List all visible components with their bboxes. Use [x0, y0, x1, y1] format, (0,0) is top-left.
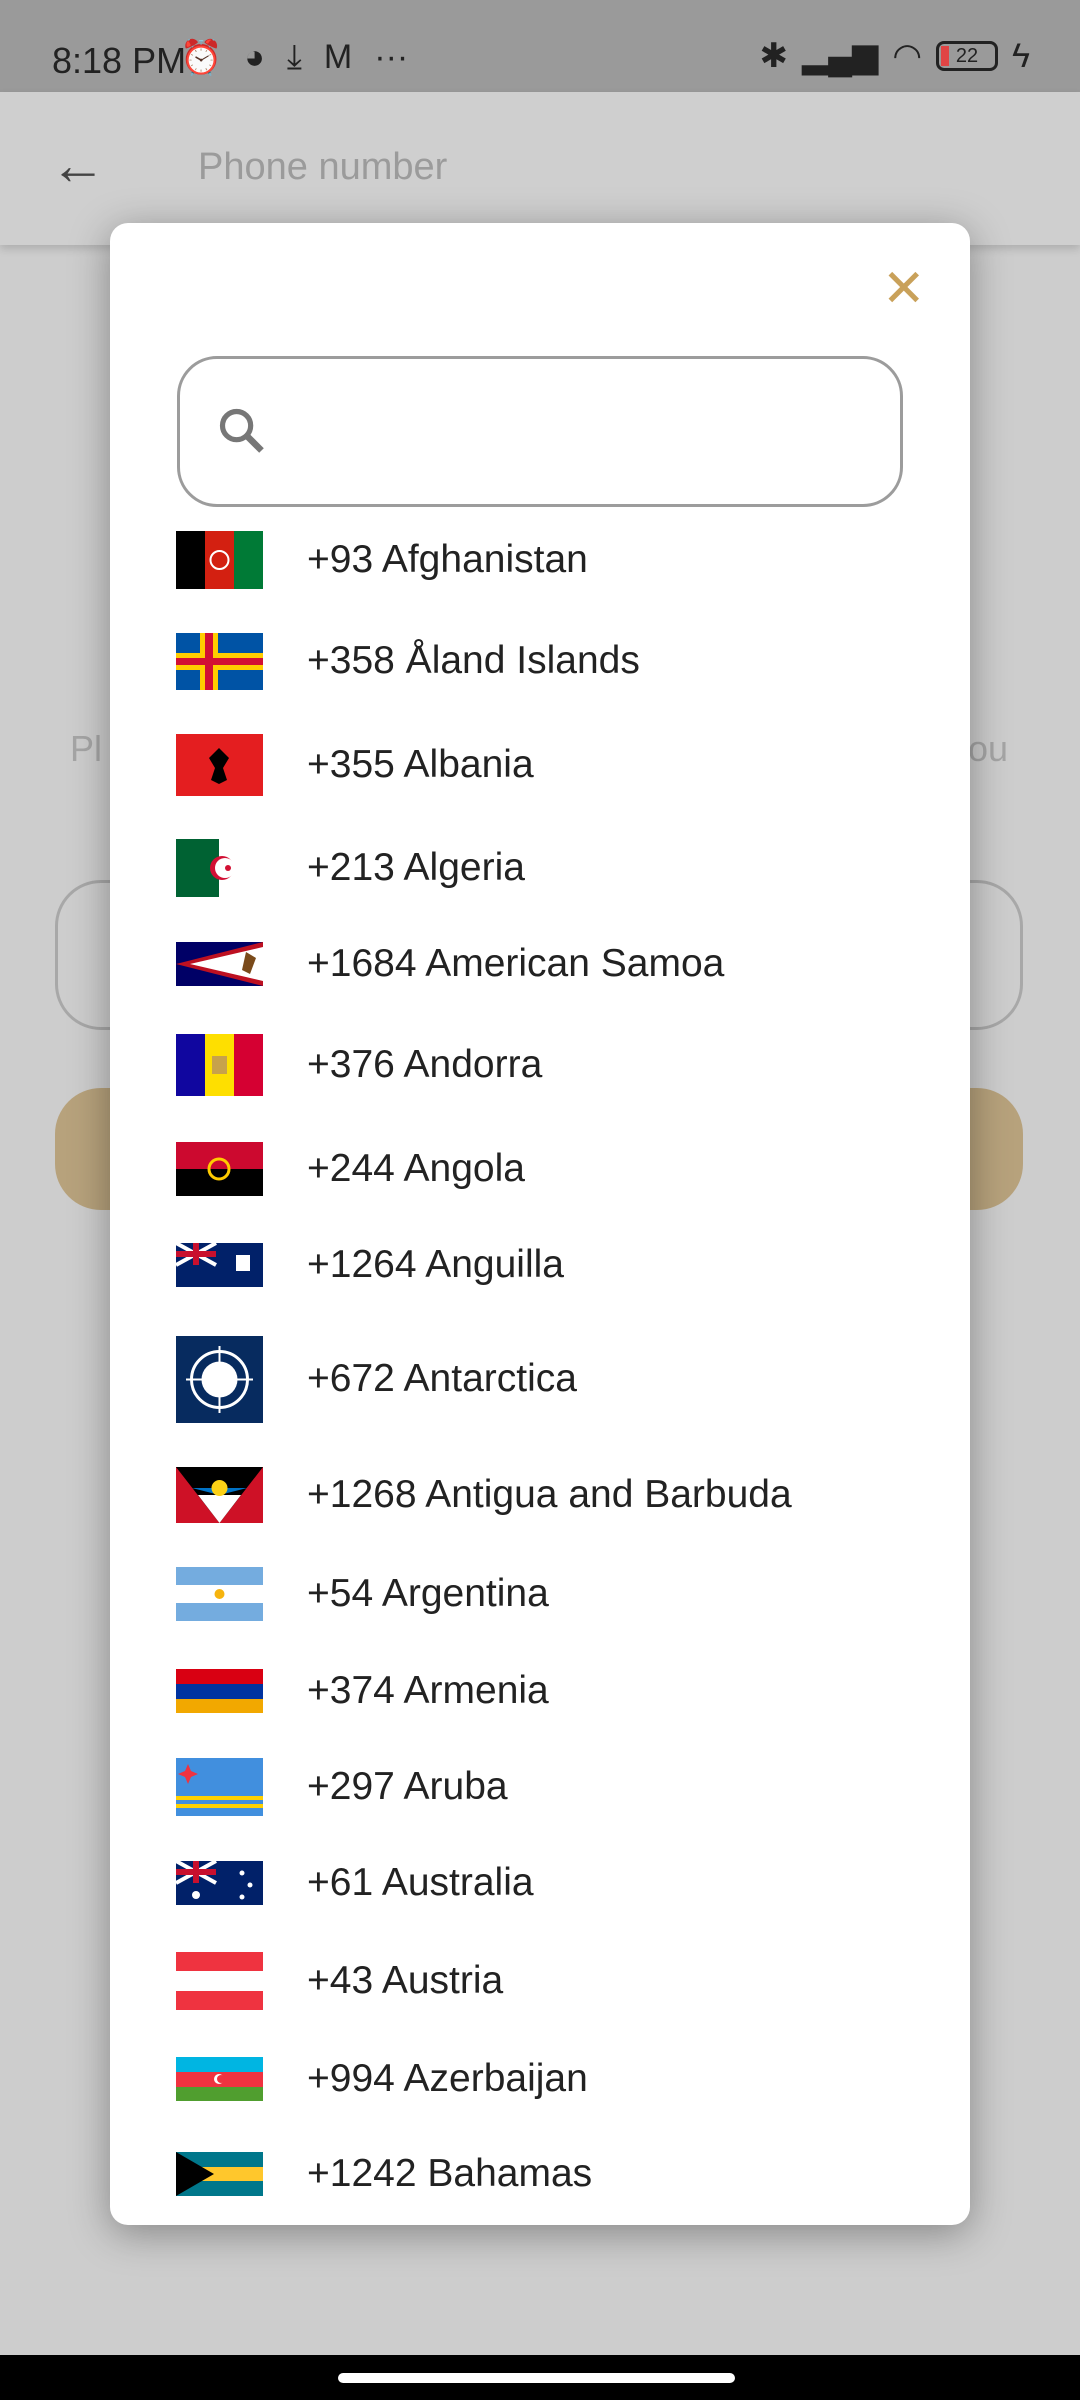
battery-icon: 22	[936, 41, 998, 71]
search-icon	[219, 408, 264, 453]
country-label: +61 Australia	[307, 1861, 534, 1904]
page-title: Phone number	[198, 146, 448, 188]
status-time: 8:18 PM	[52, 40, 187, 81]
country-label: +994 Azerbaijan	[307, 2057, 588, 2100]
more-icon: ···	[374, 38, 409, 76]
flag-icon	[176, 1243, 263, 1287]
flag-icon	[176, 1952, 263, 2010]
flag-icon	[176, 2152, 263, 2196]
flag-icon	[176, 734, 263, 796]
wifi-icon: ◠	[892, 37, 922, 75]
bluetooth-icon: ✱	[759, 37, 788, 75]
country-item[interactable]: +374 Armenia	[176, 1651, 916, 1731]
home-handle[interactable]	[338, 2373, 735, 2383]
background-text: Pl	[70, 728, 103, 769]
country-item[interactable]: +1684 American Samoa	[176, 924, 916, 1004]
country-label: +244 Angola	[307, 1147, 525, 1190]
background-text: ou	[968, 728, 1009, 769]
flag-icon	[176, 1142, 263, 1196]
country-label: +374 Armenia	[307, 1669, 549, 1712]
back-arrow-icon[interactable]: ←	[50, 132, 106, 197]
country-item[interactable]: +93 Afghanistan	[176, 520, 916, 600]
country-item[interactable]: +672 Antarctica	[176, 1335, 916, 1423]
flag-icon	[176, 2057, 263, 2101]
flag-icon	[176, 1467, 263, 1523]
flag-icon	[176, 1034, 263, 1096]
country-item[interactable]: +244 Angola	[176, 1129, 916, 1209]
country-item[interactable]: +994 Azerbaijan	[176, 2039, 916, 2119]
country-item[interactable]: +355 Albania	[176, 725, 916, 805]
country-label: +297 Aruba	[307, 1765, 508, 1808]
flag-icon	[176, 1335, 263, 1423]
flag-icon	[176, 942, 263, 986]
country-label: +1684 American Samoa	[307, 942, 725, 985]
country-label: +213 Algeria	[307, 846, 525, 889]
flag-icon	[176, 1669, 263, 1713]
flag-icon	[176, 1758, 263, 1816]
country-label: +1242 Bahamas	[307, 2152, 593, 2195]
country-label: +1264 Anguilla	[307, 1243, 564, 1286]
flag-icon	[176, 632, 263, 690]
flag-icon	[176, 1567, 263, 1621]
country-label: +672 Antarctica	[307, 1357, 577, 1400]
country-label: +93 Afghanistan	[307, 538, 588, 581]
flag-icon	[176, 839, 263, 897]
search-input[interactable]	[177, 356, 903, 507]
country-item[interactable]: +1268 Antigua and Barbuda	[176, 1455, 916, 1535]
country-item[interactable]: +1264 Anguilla	[176, 1225, 916, 1305]
country-label: +376 Andorra	[307, 1043, 543, 1086]
country-item[interactable]: +213 Algeria	[176, 828, 916, 908]
discord-icon: ◕	[244, 38, 265, 76]
country-label: +43 Austria	[307, 1959, 504, 2002]
country-label: +355 Albania	[307, 743, 534, 786]
country-item[interactable]: +297 Aruba	[176, 1747, 916, 1827]
download-icon: ⤓	[286, 38, 302, 76]
country-item[interactable]: +61 Australia	[176, 1843, 916, 1923]
country-item[interactable]: +358 Åland Islands	[176, 621, 916, 701]
country-item[interactable]: +43 Austria	[176, 1941, 916, 2021]
country-label: +358 Åland Islands	[307, 639, 640, 682]
flag-icon	[176, 531, 263, 589]
country-item[interactable]: +54 Argentina	[176, 1554, 916, 1634]
close-icon[interactable]: ✕	[882, 261, 926, 317]
country-item[interactable]: +1242 Bahamas	[176, 2134, 916, 2214]
status-bar: 8:18 PM ⏰ ◕ ⤓ M ··· ✱ ▂▄▆ ◠ 22 ϟ	[0, 0, 1080, 92]
country-label: +54 Argentina	[307, 1572, 549, 1615]
system-nav-bar	[0, 2355, 1080, 2400]
country-item[interactable]: +376 Andorra	[176, 1025, 916, 1105]
alarm-icon: ⏰	[180, 39, 223, 77]
country-label: +1268 Antigua and Barbuda	[307, 1473, 792, 1516]
battery-level: 22	[955, 45, 979, 67]
country-picker-dialog: ✕ +93 Afghanistan +358 Åland Islands +355 …	[110, 223, 970, 2225]
signal-icon: ▂▄▆	[801, 37, 879, 75]
gmail-icon: M	[323, 38, 353, 76]
flag-icon	[176, 1861, 263, 1905]
charging-icon: ϟ	[1012, 36, 1030, 75]
